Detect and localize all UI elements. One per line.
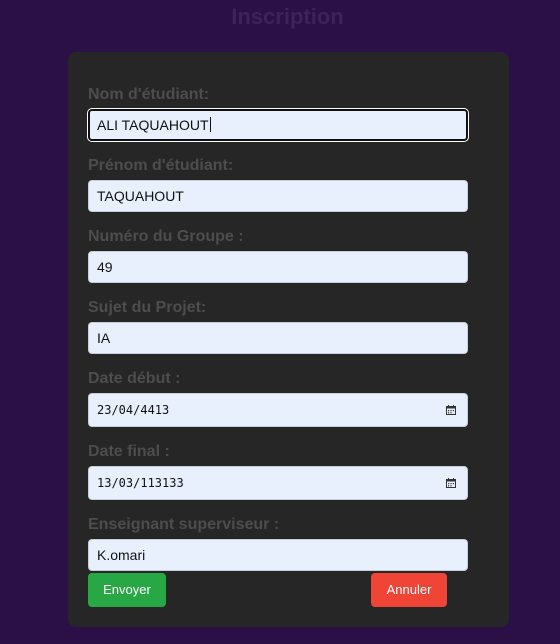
calendar-icon[interactable] [446, 405, 456, 415]
project-subject-input[interactable]: IA [88, 322, 468, 354]
start-date-label: Date début : [88, 370, 181, 387]
supervisor-label: Enseignant superviseur : [88, 516, 280, 533]
first-name-label: Prénom d'étudiant: [88, 157, 234, 174]
last-name-input[interactable]: ALI TAQUAHOUT [88, 109, 468, 141]
last-name-label: Nom d'étudiant: [88, 86, 210, 103]
project-subject-label: Sujet du Projet: [88, 299, 207, 316]
group-number-input[interactable]: 49 [88, 251, 468, 283]
cancel-button[interactable]: Annuler [371, 573, 447, 607]
text-cursor [209, 117, 211, 132]
group-number-label: Numéro du Groupe : [88, 228, 244, 245]
supervisor-input[interactable]: K.omari [88, 539, 468, 571]
last-name-value: ALI TAQUAHOUT [97, 117, 209, 133]
end-date-value: 13/03/113133 [97, 476, 184, 490]
end-date-input[interactable]: 13/03/113133 [88, 466, 468, 500]
first-name-input[interactable]: TAQUAHOUT [88, 180, 468, 212]
calendar-icon[interactable] [446, 478, 456, 488]
page-title: Inscription [231, 4, 344, 29]
end-date-label: Date final : [88, 443, 170, 460]
start-date-value: 23/04/4413 [97, 403, 170, 417]
registration-form: Nom d'étudiant: ALI TAQUAHOUT Prénom d'é… [68, 52, 509, 627]
submit-button[interactable]: Envoyer [88, 573, 166, 607]
start-date-input[interactable]: 23/04/4413 [88, 393, 468, 427]
